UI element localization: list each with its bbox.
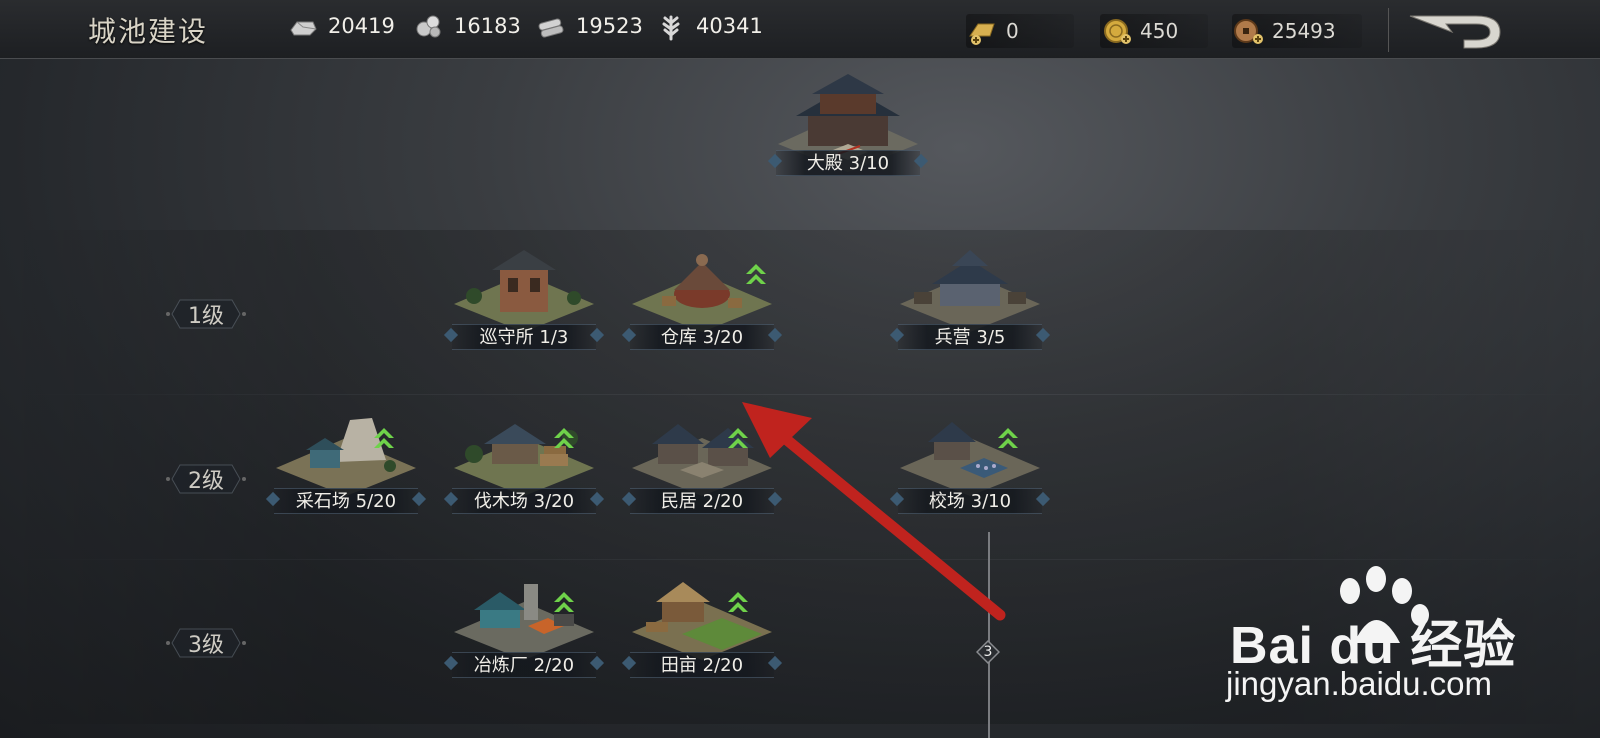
building-label: 田亩 2/20: [612, 650, 792, 678]
building-patrol-post[interactable]: 巡守所 1/3: [434, 246, 614, 356]
warehouse-building-icon: [632, 254, 772, 332]
level-label-3: 3级: [166, 626, 246, 660]
resource-ore-value: 16183: [454, 14, 521, 38]
grain-icon: [662, 15, 680, 41]
building-label: 巡守所 1/3: [434, 322, 614, 350]
currency-gold-bar-value: 0: [1006, 19, 1019, 43]
building-label: 冶炼厂 2/20: [434, 650, 614, 678]
timber-icon: [538, 18, 564, 38]
resource-grain: 40341: [656, 10, 763, 42]
upgrade-arrow-icon: [728, 428, 748, 448]
ore-icon: [416, 15, 441, 38]
farm-building-icon: [632, 582, 772, 660]
tree-node: 3: [975, 639, 1001, 665]
currency-gold-bar[interactable]: 0: [966, 14, 1074, 48]
currency-copper-coin[interactable]: 25493: [1232, 14, 1362, 48]
smelter-building-icon: [454, 584, 594, 660]
building-quarry[interactable]: 采石场 5/20: [256, 410, 436, 520]
building-training-ground[interactable]: 校场 3/10: [880, 410, 1060, 520]
building-label: 民居 2/20: [612, 486, 792, 514]
currency-gold-coin-value: 450: [1140, 19, 1179, 43]
tree-connector-line: [988, 532, 990, 738]
building-label: 伐木场 3/20: [434, 486, 614, 514]
building-warehouse[interactable]: 仓库 3/20: [612, 246, 792, 356]
upgrade-arrow-icon: [998, 428, 1018, 448]
currency-gold-coin[interactable]: 450: [1100, 14, 1208, 48]
housing-building-icon: [632, 424, 772, 496]
building-label: 大殿 3/10: [758, 148, 938, 176]
baidu-watermark: Bai du 经验 jingyan.baidu.com: [1226, 565, 1526, 705]
top-bar-divider: [1388, 8, 1389, 52]
upgrade-arrow-icon: [554, 428, 574, 448]
patrol-post-building-icon: [454, 250, 594, 332]
back-arrow-icon: [1409, 15, 1501, 49]
resource-timber: 19523: [536, 10, 643, 42]
building-smelter[interactable]: 冶炼厂 2/20: [434, 574, 614, 684]
resource-silver: 20419: [288, 10, 395, 42]
upgrade-arrow-icon: [746, 264, 766, 284]
barracks-building-icon: [900, 250, 1040, 332]
building-palace[interactable]: 大殿 3/10: [758, 72, 938, 182]
resource-silver-value: 20419: [328, 14, 395, 38]
top-bar: 城池建设 20419 16183 19523 40341 0 450 25493: [0, 0, 1600, 59]
back-button[interactable]: [1406, 12, 1506, 54]
building-label: 采石场 5/20: [256, 486, 436, 514]
building-barracks[interactable]: 兵营 3/5: [880, 246, 1060, 356]
building-label: 校场 3/10: [880, 486, 1060, 514]
upgrade-arrow-icon: [374, 428, 394, 448]
silver-ingot-icon: [290, 21, 317, 36]
building-lumber-yard[interactable]: 伐木场 3/20: [434, 410, 614, 520]
resource-timber-value: 19523: [576, 14, 643, 38]
gold-bar-plus-icon: [969, 23, 995, 45]
page-title: 城池建设: [88, 15, 209, 48]
watermark-url: jingyan.baidu.com: [1226, 665, 1492, 702]
building-housing[interactable]: 民居 2/20: [612, 410, 792, 520]
currency-copper-coin-value: 25493: [1272, 19, 1336, 43]
level-label-1: 1级: [166, 297, 246, 331]
gold-coin-plus-icon: [1104, 19, 1131, 44]
resource-grain-value: 40341: [696, 14, 763, 38]
building-farm[interactable]: 田亩 2/20: [612, 574, 792, 684]
level-label-2: 2级: [166, 462, 246, 496]
upgrade-arrow-icon: [554, 592, 574, 612]
copper-coin-plus-icon: [1234, 19, 1263, 44]
resource-ore: 16183: [414, 10, 521, 42]
training-ground-building-icon: [900, 422, 1040, 496]
building-label: 仓库 3/20: [612, 322, 792, 350]
upgrade-arrow-icon: [728, 592, 748, 612]
building-label: 兵营 3/5: [880, 322, 1060, 350]
lumber-yard-building-icon: [454, 424, 594, 496]
quarry-building-icon: [276, 418, 416, 496]
